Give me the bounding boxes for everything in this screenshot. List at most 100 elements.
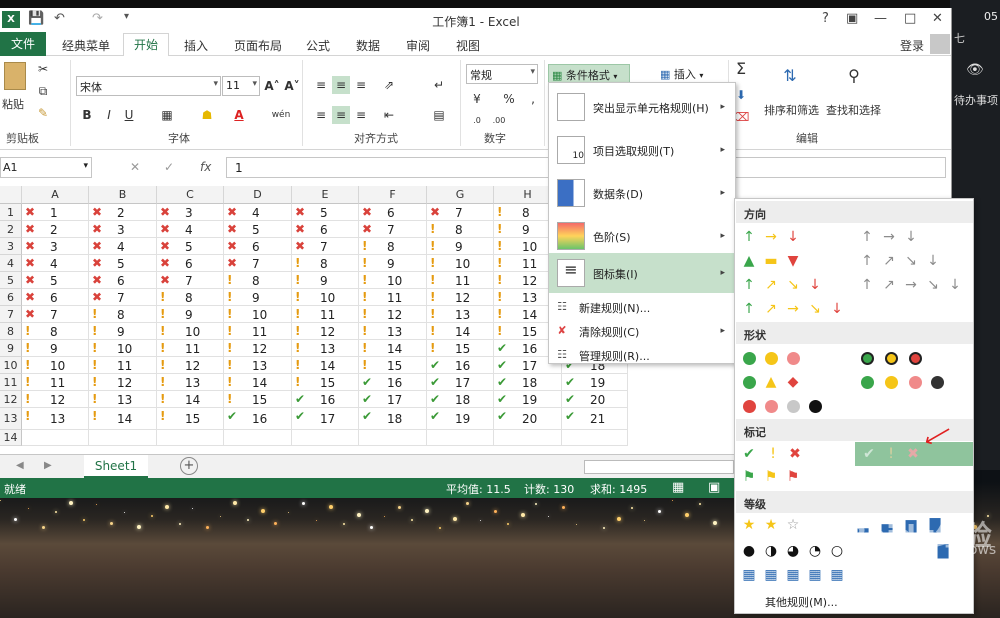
quarters-box-icon[interactable]: ▦ (741, 567, 757, 583)
table-cell[interactable]: ✖ 4 (22, 255, 89, 272)
table-cell[interactable]: ✖ 5 (292, 204, 359, 221)
table-cell[interactable]: ! 13 (89, 391, 157, 408)
table-cell[interactable]: ✖ 6 (22, 289, 89, 306)
cf-menu-item[interactable]: ✘ 清除规则(C) ▸ (549, 321, 735, 341)
tab-data[interactable]: 数据 (356, 37, 380, 54)
arrow-icon[interactable]: ↘ (785, 277, 801, 293)
table-cell[interactable]: ! 10 (22, 357, 89, 374)
table-cell[interactable]: ✔ 16 (427, 357, 494, 374)
table-cell[interactable]: ✖ 4 (224, 204, 292, 221)
column-header[interactable]: B (89, 186, 157, 204)
cut-icon[interactable]: ✂ (34, 60, 52, 78)
gray-arrow-icon[interactable]: ↑ (859, 253, 875, 269)
arrow-icon[interactable]: → (763, 229, 779, 245)
table-cell[interactable]: ! 8 (292, 255, 359, 272)
cf-menu-item[interactable]: 突出显示单元格规则(H) ▸ (549, 87, 735, 127)
arrow-icon[interactable]: ↓ (785, 229, 801, 245)
fill-color-icon[interactable]: ☗ (198, 106, 216, 124)
font-size-combo[interactable]: 11 ▾ (222, 76, 260, 96)
table-cell[interactable] (359, 430, 427, 446)
row-header[interactable]: 14 (0, 430, 22, 446)
table-cell[interactable]: ! 8 (224, 272, 292, 289)
table-cell[interactable]: ! 8 (427, 221, 494, 238)
table-cell[interactable]: ! 14 (157, 391, 224, 408)
help-button[interactable]: ? (822, 11, 829, 26)
column-header[interactable]: D (224, 186, 292, 204)
table-cell[interactable]: ✔ 17 (359, 391, 427, 408)
gray-circle-icon[interactable] (787, 400, 800, 413)
table-cell[interactable]: ✔ 20 (494, 408, 562, 430)
table-cell[interactable]: ✔ 19 (494, 391, 562, 408)
corner-cell[interactable] (0, 186, 22, 204)
yellow-circle-icon[interactable] (765, 352, 778, 365)
normal-view-icon[interactable]: ▦ (672, 480, 684, 495)
row-header[interactable]: 9 (0, 340, 22, 357)
red-flag-icon[interactable]: ⚑ (785, 469, 801, 485)
percent-button[interactable]: % (500, 90, 518, 108)
check-icon[interactable]: ✔ (861, 446, 877, 462)
cf-menu-item[interactable]: ☷ 管理规则(R)... (549, 345, 735, 365)
currency-icon[interactable]: ¥ (468, 90, 486, 108)
table-cell[interactable]: ! 13 (292, 340, 359, 357)
yellow-circle-icon[interactable] (885, 376, 898, 389)
table-cell[interactable]: ✖ 7 (292, 238, 359, 255)
half-star-icon[interactable]: ★ (763, 517, 779, 533)
gray-arrow-icon[interactable]: ↗ (881, 277, 897, 293)
gray-arrow-icon[interactable]: → (881, 229, 897, 245)
copy-icon[interactable]: ⧉ (34, 82, 52, 100)
arrow-icon[interactable]: ↑ (741, 229, 757, 245)
table-cell[interactable]: ! 14 (427, 323, 494, 340)
number-format-combo[interactable]: 常规 ▾ (466, 64, 538, 84)
italic-button[interactable]: I (100, 106, 118, 124)
table-cell[interactable]: ! 13 (427, 306, 494, 323)
decrease-decimal-icon[interactable]: .00 (490, 112, 508, 130)
bold-button[interactable]: B (78, 106, 96, 124)
table-cell[interactable]: ✔ 16 (359, 374, 427, 391)
arrow-icon[interactable]: ↓ (829, 301, 845, 317)
table-cell[interactable]: ✔ 20 (562, 391, 628, 408)
yellow-triangle-icon[interactable]: ▲ (763, 374, 779, 390)
shrink-font-button[interactable]: A˅ (283, 77, 301, 95)
row-header[interactable]: 6 (0, 289, 22, 306)
table-cell[interactable]: ✖ 3 (89, 221, 157, 238)
table-cell[interactable]: ! 11 (359, 289, 427, 306)
table-cell[interactable]: ✖ 4 (89, 238, 157, 255)
table-cell[interactable] (224, 430, 292, 446)
row-header[interactable]: 7 (0, 306, 22, 323)
gray-arrow-icon[interactable]: → (903, 277, 919, 293)
table-cell[interactable]: ! 15 (224, 391, 292, 408)
format-painter-icon[interactable]: ✎ (34, 104, 52, 122)
table-cell[interactable]: ✖ 7 (359, 221, 427, 238)
gray-arrow-icon[interactable]: ↓ (947, 277, 963, 293)
minimize-button[interactable]: — (874, 11, 887, 26)
tab-file[interactable]: 文件 (0, 32, 46, 56)
table-cell[interactable]: ! 13 (224, 357, 292, 374)
gray-arrow-icon[interactable]: ↓ (903, 229, 919, 245)
table-cell[interactable]: ✖ 7 (157, 272, 224, 289)
tab-review[interactable]: 审阅 (406, 37, 430, 54)
table-cell[interactable]: ! 10 (89, 340, 157, 357)
table-cell[interactable] (562, 430, 628, 446)
pink-circle-icon[interactable] (765, 400, 778, 413)
tab-classic-menu[interactable]: 经典菜单 (62, 37, 110, 54)
table-cell[interactable]: ✔ 17 (427, 374, 494, 391)
table-cell[interactable]: ! 10 (359, 272, 427, 289)
table-cell[interactable]: ✖ 5 (224, 221, 292, 238)
arrow-icon[interactable]: ↑ (741, 301, 757, 317)
table-cell[interactable]: ! 9 (89, 323, 157, 340)
cancel-formula-icon[interactable]: ✕ (130, 160, 140, 174)
table-cell[interactable]: ! 15 (427, 340, 494, 357)
eye-icon[interactable]: 👁 (966, 62, 984, 78)
table-cell[interactable]: ✖ 1 (22, 204, 89, 221)
align-left-icon[interactable]: ≡ (312, 106, 330, 124)
black-circle-icon[interactable] (809, 400, 822, 413)
login-link[interactable]: 登录 (900, 37, 924, 54)
table-cell[interactable]: ! 14 (359, 340, 427, 357)
column-header[interactable]: G (427, 186, 494, 204)
table-cell[interactable]: ! 12 (359, 306, 427, 323)
green-circle-icon[interactable] (743, 376, 756, 389)
table-cell[interactable]: ! 15 (292, 374, 359, 391)
harvey-ball-icon[interactable]: ◔ (807, 543, 823, 559)
arrow-icon[interactable]: ↗ (763, 277, 779, 293)
harvey-ball-icon[interactable]: ● (741, 543, 757, 559)
